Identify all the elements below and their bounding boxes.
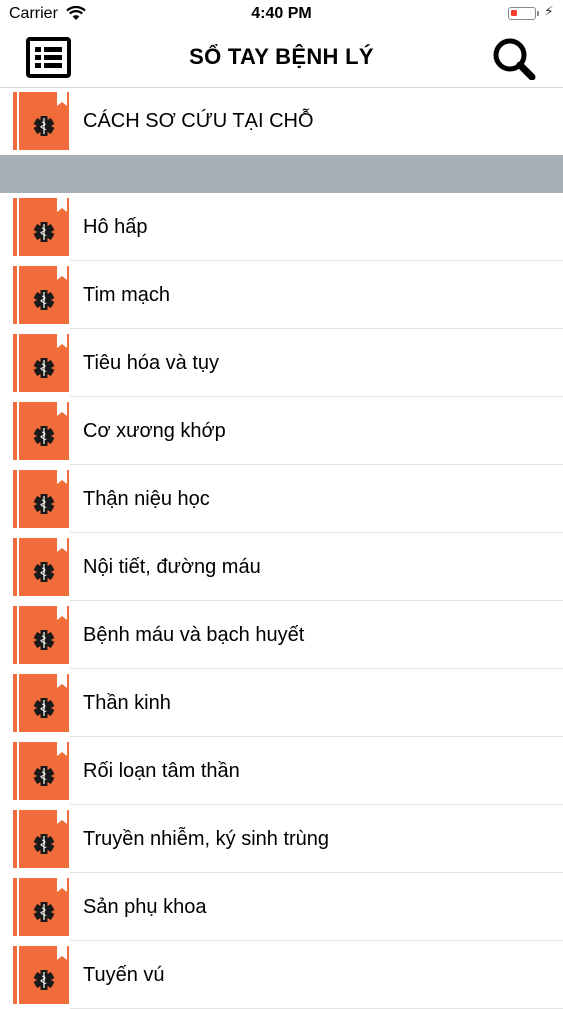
battery-icon (508, 7, 536, 20)
medical-book-icon (13, 402, 69, 460)
status-bar: Carrier 4:40 PM ⚡ (0, 0, 563, 30)
row-divider (70, 260, 563, 261)
list-item-label: CÁCH SƠ CỨU TẠI CHỖ (83, 110, 314, 132)
row-divider (70, 464, 563, 465)
row-divider (70, 668, 563, 669)
list-item[interactable]: Rối loạn tâm thần (0, 738, 563, 805)
list-item[interactable]: Cơ xương khớp (0, 398, 563, 465)
medical-book-icon (13, 742, 69, 800)
list-item[interactable]: Bệnh máu và bạch huyết (0, 602, 563, 669)
row-divider (70, 940, 563, 941)
list-item-label: Thận niệu học (83, 488, 210, 510)
list-item[interactable]: Nội tiết, đường máu (0, 534, 563, 601)
list-item-label: Tiêu hóa và tụy (83, 352, 220, 374)
list-item-label: Truyền nhiễm, ký sinh trùng (83, 828, 330, 850)
row-divider (70, 872, 563, 873)
clock: 4:40 PM (251, 5, 312, 22)
list-item-label: Tuyến vú (83, 964, 165, 986)
medical-book-icon (13, 606, 69, 664)
medical-book-icon (13, 334, 69, 392)
medical-book-icon (13, 266, 69, 324)
medical-book-icon (13, 538, 69, 596)
search-icon[interactable] (491, 37, 536, 80)
row-divider (70, 532, 563, 533)
list-item-label: Thần kinh (83, 692, 171, 714)
list-item-label: Hô hấp (83, 216, 148, 238)
medical-book-icon (13, 946, 69, 1004)
list-item-label: Rối loạn tâm thần (83, 760, 240, 782)
medical-book-icon (13, 878, 69, 936)
row-divider (70, 600, 563, 601)
medical-book-icon (13, 810, 69, 868)
list-item[interactable]: Tiêu hóa và tụy (0, 330, 563, 397)
list-item[interactable]: Thận niệu học (0, 466, 563, 533)
section-header (0, 155, 563, 193)
medical-book-icon (13, 198, 69, 256)
list-item[interactable]: Tuyến vú (0, 942, 563, 1009)
list-item-label: Tim mạch (83, 284, 171, 306)
medical-book-icon (13, 92, 69, 150)
list-item-label: Cơ xương khớp (83, 420, 226, 442)
page-title: SỔ TAY BỆNH LÝ (189, 44, 374, 69)
medical-book-icon (13, 470, 69, 528)
row-divider (70, 736, 563, 737)
list-item-first-aid[interactable]: CÁCH SƠ CỨU TẠI CHỖ (0, 88, 563, 155)
list-item[interactable]: Sản phụ khoa (0, 874, 563, 941)
list-item[interactable]: Tim mạch (0, 262, 563, 329)
list-item-label: Sản phụ khoa (83, 896, 207, 918)
row-divider (70, 396, 563, 397)
row-divider (70, 328, 563, 329)
medical-book-icon (13, 674, 69, 732)
list-item-label: Nội tiết, đường máu (83, 556, 261, 578)
row-divider (70, 804, 563, 805)
battery-nub (537, 11, 539, 16)
list-item[interactable]: Thần kinh (0, 670, 563, 737)
list-item[interactable]: Hô hấp (0, 194, 563, 261)
list-item[interactable]: Truyền nhiễm, ký sinh trùng (0, 806, 563, 873)
list-item-label: Bệnh máu và bạch huyết (83, 624, 305, 646)
charging-icon: ⚡ (544, 3, 554, 19)
